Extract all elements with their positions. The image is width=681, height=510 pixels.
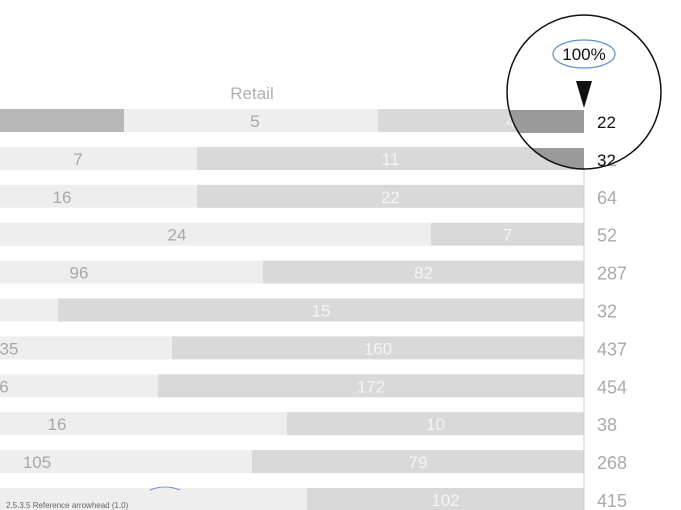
stacked-bar-chart: Retail5 47 1116 2224 796 821535 1606 17216 10105… (0, 14, 662, 510)
label-direct-row10: 102 (431, 491, 459, 510)
zoom-label: 100% (562, 45, 605, 64)
bar-retail-row6 (0, 336, 172, 360)
label-retail-row4: 96 (70, 264, 89, 283)
label-retail-row6: 35 (0, 339, 18, 358)
label-retail-row2: 16 (53, 188, 72, 207)
label-retail-row1: 7 (73, 150, 82, 169)
label-direct-row9: 79 (409, 453, 428, 472)
label-direct-row8: 10 (426, 415, 445, 434)
label-total-row6: 437 (597, 339, 627, 359)
label-retail-row7: 6 (0, 377, 9, 396)
label-retail-row0: 5 (250, 112, 259, 131)
label-direct-row7: 172 (357, 377, 385, 396)
label-direct-row3: 7 (503, 226, 512, 245)
label-total-row9: 268 (597, 453, 627, 473)
label-direct-row6: 160 (364, 339, 392, 358)
label-direct-row2: 22 (381, 188, 400, 207)
totals-layer: 223264522873243745438268415 (597, 112, 627, 510)
column-header-retail: Retail (230, 84, 273, 103)
lens-total-row0: 22 (597, 113, 616, 132)
label-direct-row5: 15 (312, 302, 331, 321)
label-total-row8: 38 (597, 415, 617, 435)
lens-header-direct: Direct (458, 84, 503, 103)
bar-retail-row7 (0, 374, 158, 398)
label-direct-row4: 82 (414, 264, 433, 283)
bar-seg-row0-other (0, 109, 124, 132)
label-retail-row9: 105 (23, 453, 51, 472)
label-total-row2: 64 (597, 188, 617, 208)
bar-retail-row3 (0, 222, 431, 246)
label-total-row4: 287 (597, 264, 627, 284)
bar-retail-row8 (0, 412, 287, 436)
bar-retail-row4 (0, 260, 263, 284)
bar-retail-row1 (0, 146, 197, 170)
label-direct-row1: 11 (382, 150, 400, 169)
bar-retail-row2 (0, 184, 197, 208)
label-total-row3: 52 (597, 226, 617, 246)
label-total-row7: 454 (597, 377, 627, 397)
bars-layer: Retail5 47 1116 2224 796 821535 1606 17216 10105… (0, 84, 584, 510)
bar-retail-row5 (0, 298, 58, 322)
label-total-row10: 415 (597, 491, 627, 510)
label-total-row5: 32 (597, 302, 617, 322)
label-retail-row3: 24 (168, 226, 187, 245)
label-retail-row8: 16 (48, 415, 67, 434)
caption-text: 2.5.3.5 Reference arrowhead (1.0) (6, 501, 129, 510)
